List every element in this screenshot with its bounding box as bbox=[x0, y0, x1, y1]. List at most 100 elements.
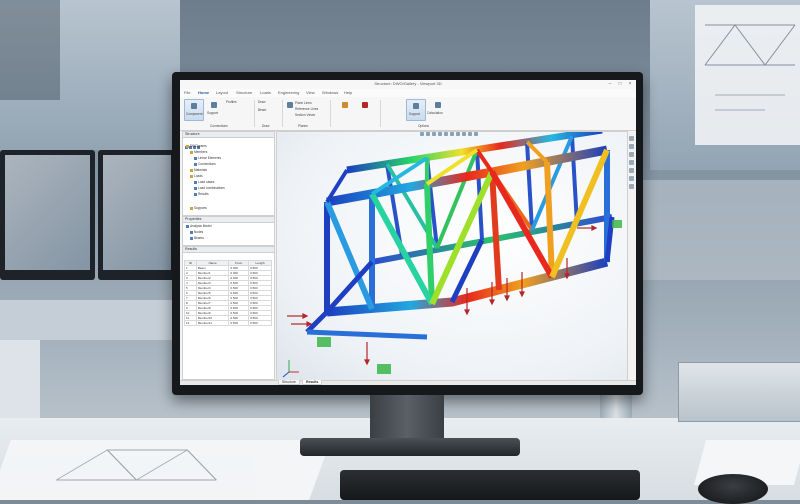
tree-item[interactable]: Loads bbox=[190, 174, 203, 180]
tree-item[interactable]: Supports bbox=[190, 206, 207, 212]
table-row[interactable]: 12 Member11 0.500 0.500 bbox=[184, 320, 272, 326]
side-tool-icon[interactable] bbox=[629, 184, 634, 189]
load-icon bbox=[362, 102, 368, 108]
element-icon bbox=[194, 180, 197, 184]
table-cell: 0.500 bbox=[248, 320, 272, 326]
document-tray bbox=[678, 362, 800, 422]
tree-item[interactable]: Connections bbox=[194, 162, 216, 168]
tree-item[interactable]: DWOgrams bbox=[186, 144, 207, 150]
side-tool-icon[interactable] bbox=[629, 152, 634, 157]
tab-home[interactable]: Home bbox=[198, 90, 209, 95]
node-icon bbox=[190, 230, 193, 234]
view-tool-icon[interactable] bbox=[420, 132, 424, 136]
beam-button[interactable]: Beam bbox=[258, 108, 280, 114]
results-table-body: 1 Beam 0.000 0.500 2 Member1 0.000 0.500 3 Member… bbox=[184, 265, 272, 326]
view-tool-icon[interactable] bbox=[444, 132, 448, 136]
minimize-button[interactable]: – bbox=[606, 81, 614, 87]
bottom-tab-results[interactable]: Results bbox=[302, 380, 323, 385]
settings-icon bbox=[435, 102, 441, 108]
tab-view[interactable]: View bbox=[306, 90, 315, 95]
desk-drawing-left-sketch bbox=[56, 449, 217, 481]
view-tool-icon[interactable] bbox=[462, 132, 466, 136]
support-button[interactable]: Support bbox=[205, 99, 223, 119]
tab-help[interactable]: Help bbox=[344, 90, 352, 95]
section-views-label: Section Views bbox=[295, 113, 315, 117]
keyboard bbox=[340, 470, 640, 500]
view-tool-icon[interactable] bbox=[438, 132, 442, 136]
view-tool-icon[interactable] bbox=[426, 132, 430, 136]
property-item[interactable]: Nodes bbox=[190, 230, 203, 236]
support-option-icon bbox=[413, 103, 419, 109]
table-cell: 0.500 bbox=[228, 320, 250, 326]
beam-button-label: Beam bbox=[258, 108, 267, 112]
view-tool-icon[interactable] bbox=[450, 132, 454, 136]
reference-lines-label: Reference Lines bbox=[295, 107, 319, 111]
plane-lines-button[interactable]: Plane Lines Reference Lines Section View… bbox=[286, 99, 326, 119]
table-cell: 12 bbox=[184, 320, 197, 326]
ribbon-group-options: Options bbox=[418, 124, 429, 128]
model-icon bbox=[191, 103, 197, 109]
view-tool-icon[interactable] bbox=[468, 132, 472, 136]
tree-item[interactable]: Members bbox=[190, 150, 207, 156]
monitor-stand-foot bbox=[300, 438, 520, 456]
element-icon bbox=[194, 186, 197, 190]
beam-icon bbox=[190, 236, 193, 240]
profiles-button[interactable]: Profiles bbox=[226, 100, 248, 106]
element-icon bbox=[194, 156, 197, 160]
side-tool-icon[interactable] bbox=[629, 144, 634, 149]
table-cell: Member11 bbox=[195, 320, 230, 326]
property-item[interactable]: Beams bbox=[190, 236, 204, 242]
draw-button[interactable]: Draw bbox=[258, 100, 280, 106]
tab-loads[interactable]: Loads bbox=[260, 90, 271, 95]
load-tool-button[interactable] bbox=[356, 99, 374, 119]
calculation-button[interactable]: Calculation bbox=[427, 99, 449, 119]
results-panel-title: Results bbox=[183, 247, 274, 253]
tab-file[interactable]: File bbox=[184, 90, 190, 95]
tab-structure[interactable]: Structure bbox=[236, 90, 252, 95]
tree-item[interactable]: Linear Elements bbox=[194, 156, 221, 162]
support-option-button[interactable]: Support bbox=[406, 99, 426, 121]
view-tool-icon[interactable] bbox=[456, 132, 460, 136]
tab-engineering[interactable]: Engineering bbox=[278, 90, 299, 95]
wall-drawing bbox=[695, 5, 800, 145]
support-option-label: Support bbox=[409, 112, 421, 116]
ribbon-group-connections: Connections bbox=[210, 124, 228, 128]
status-bar bbox=[180, 380, 636, 385]
element-icon bbox=[194, 192, 197, 196]
support-icon[interactable] bbox=[377, 364, 391, 374]
side-tool-icon[interactable] bbox=[629, 160, 634, 165]
bottom-tab-structure[interactable]: Structure bbox=[278, 380, 300, 385]
tab-layout[interactable]: Layout bbox=[216, 90, 228, 95]
tree-item[interactable]: Load combinations bbox=[194, 186, 225, 192]
background-shelf bbox=[640, 180, 800, 280]
tree-item[interactable]: Materials bbox=[190, 168, 207, 174]
component-button[interactable]: Component bbox=[184, 99, 204, 121]
truss-bridge-model[interactable] bbox=[277, 132, 627, 381]
monitor-screen: Structure: DWO/Gallery - Viewport 3D – □… bbox=[180, 80, 636, 385]
support-icon bbox=[211, 102, 217, 108]
wall-drawing-sketch bbox=[704, 24, 796, 111]
close-button[interactable]: × bbox=[626, 81, 634, 87]
maximize-button[interactable]: □ bbox=[616, 81, 624, 87]
structure-panel-toolbar bbox=[185, 139, 271, 150]
support-icon[interactable] bbox=[612, 220, 622, 228]
side-tool-icon[interactable] bbox=[629, 168, 634, 173]
support-icon[interactable] bbox=[317, 337, 331, 347]
folder-icon bbox=[190, 174, 193, 178]
beam-icon bbox=[342, 102, 348, 108]
viewport-3d[interactable] bbox=[276, 131, 628, 382]
side-tool-icon[interactable] bbox=[629, 176, 634, 181]
property-item[interactable]: Analysis Model bbox=[186, 224, 211, 230]
monitor-stand-neck bbox=[370, 395, 444, 443]
folder-icon bbox=[190, 206, 193, 210]
view-tool-icon[interactable] bbox=[474, 132, 478, 136]
ribbon-separator bbox=[380, 100, 381, 127]
tree-item[interactable]: Load cases bbox=[194, 180, 214, 186]
draw-button-label: Draw bbox=[258, 100, 266, 104]
tree-item[interactable]: Results bbox=[194, 192, 209, 198]
side-tool-icon[interactable] bbox=[629, 136, 634, 141]
view-tool-icon[interactable] bbox=[432, 132, 436, 136]
tab-windows[interactable]: Windows bbox=[322, 90, 338, 95]
beam-tool-button[interactable] bbox=[336, 99, 354, 119]
properties-panel-title: Properties bbox=[183, 217, 274, 223]
